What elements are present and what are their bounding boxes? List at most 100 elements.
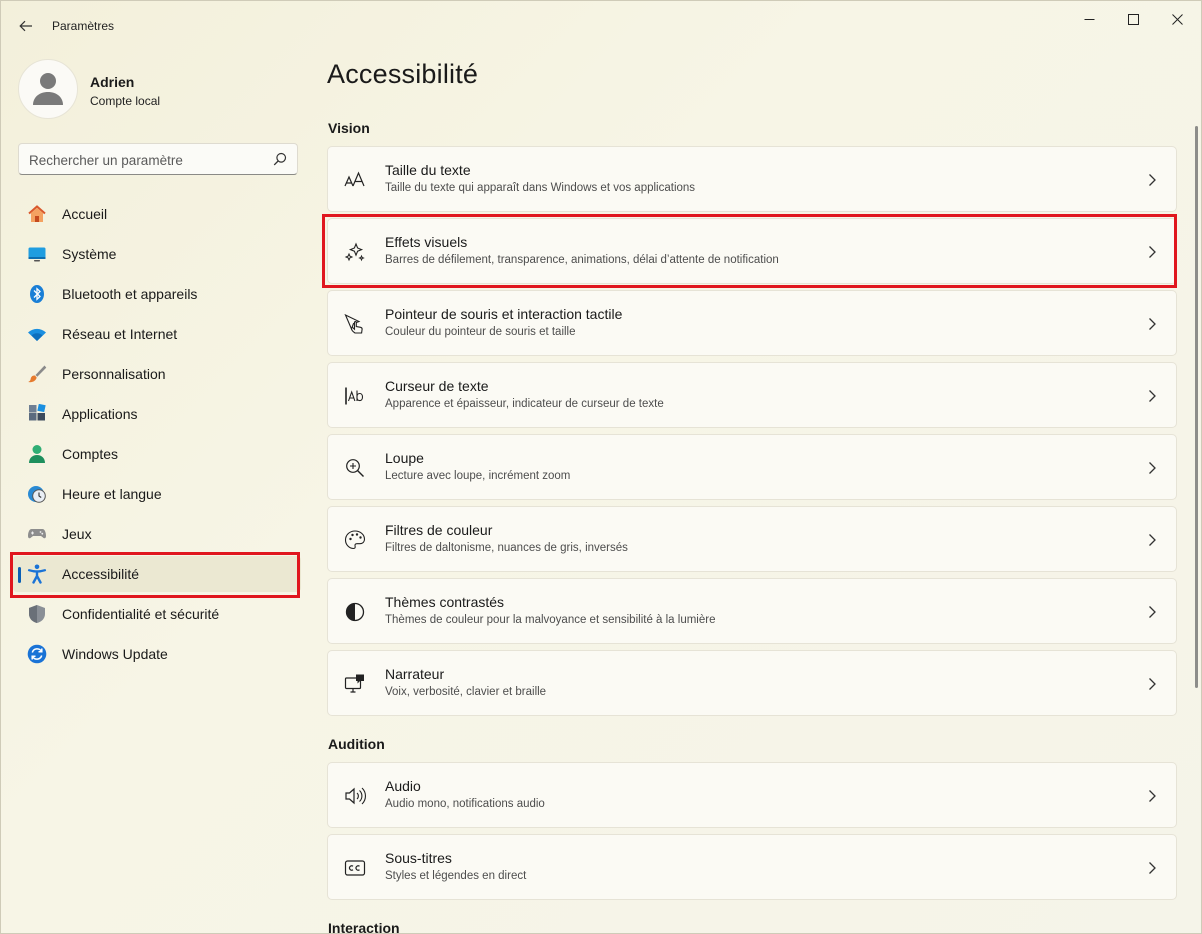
card-title: Curseur de texte <box>385 378 489 394</box>
chevron-right-icon <box>1149 246 1156 258</box>
sidebar-item-windows-update[interactable]: Windows Update <box>13 636 301 672</box>
sidebar-item-bluetooth[interactable]: Bluetooth et appareils <box>13 276 301 312</box>
pointer-touch-icon <box>344 313 363 334</box>
setting-card-curseur-texte[interactable]: Curseur de texte Apparence et épaisseur,… <box>327 362 1177 428</box>
setting-card-audio[interactable]: Audio Audio mono, notifications audio <box>327 762 1177 828</box>
wifi-icon <box>28 328 46 341</box>
text-cursor-icon <box>345 387 364 405</box>
section-label-interaction: Interaction <box>328 920 400 934</box>
user-avatar-icon <box>33 73 63 105</box>
sidebar-item-label: Windows Update <box>62 646 168 662</box>
card-title: Narrateur <box>385 666 445 682</box>
search-icon[interactable] <box>273 152 287 166</box>
text-size-icon <box>344 171 365 187</box>
card-description: Filtres de daltonisme, nuances de gris, … <box>385 542 628 554</box>
sidebar-item-confidentialite[interactable]: Confidentialité et sécurité <box>13 596 301 632</box>
sidebar-item-label: Confidentialité et sécurité <box>62 606 220 622</box>
display-icon <box>28 247 46 262</box>
sidebar-item-applications[interactable]: Applications <box>13 396 301 432</box>
sidebar-item-jeux[interactable]: Jeux <box>13 516 301 552</box>
settings-window: Paramètres Adrien Compte local Recherche… <box>0 0 1202 934</box>
chevron-right-icon <box>1149 606 1156 618</box>
apps-icon <box>29 404 46 421</box>
card-description: Voix, verbosité, clavier et braille <box>385 686 547 698</box>
card-description: Taille du texte qui apparaît dans Window… <box>385 182 696 194</box>
sidebar-item-systeme[interactable]: Système <box>13 236 301 272</box>
selection-indicator <box>18 567 21 583</box>
sidebar-item-label: Personnalisation <box>62 366 166 382</box>
card-description: Couleur du pointeur de souris et taille <box>385 326 576 338</box>
contrast-icon <box>345 602 365 622</box>
sidebar-item-personnalisation[interactable]: Personnalisation <box>13 356 301 392</box>
sidebar-item-label: Réseau et Internet <box>62 326 178 342</box>
accessibility-icon <box>27 564 47 584</box>
sidebar-item-label: Heure et langue <box>62 486 162 502</box>
chevron-right-icon <box>1149 318 1156 330</box>
card-description: Audio mono, notifications audio <box>385 798 545 810</box>
user-name: Adrien <box>90 74 135 90</box>
sparkle-icon <box>344 242 365 262</box>
setting-card-themes-contrastes[interactable]: Thèmes contrastés Thèmes de couleur pour… <box>327 578 1177 644</box>
palette-icon <box>344 530 366 550</box>
sidebar-item-label: Comptes <box>62 446 119 462</box>
chevron-right-icon <box>1149 678 1156 690</box>
title-bar: Paramètres <box>1 1 1201 51</box>
maximize-button[interactable] <box>1111 7 1155 31</box>
chevron-right-icon <box>1149 174 1156 186</box>
avatar <box>18 59 78 119</box>
setting-card-effets-visuels[interactable]: Effets visuels Barres de défilement, tra… <box>327 218 1177 284</box>
back-arrow-icon <box>19 20 32 32</box>
sidebar-item-reseau[interactable]: Réseau et Internet <box>13 316 301 352</box>
card-title: Sous-titres <box>385 850 452 866</box>
scrollbar-thumb[interactable] <box>1195 126 1198 688</box>
sidebar-item-label: Accueil <box>62 206 108 222</box>
gamepad-icon <box>28 529 46 539</box>
card-description: Styles et légendes en direct <box>385 870 527 882</box>
card-title: Thèmes contrastés <box>385 594 505 610</box>
setting-card-sous-titres[interactable]: Sous-titres Styles et légendes en direct <box>327 834 1177 900</box>
chevron-right-icon <box>1149 790 1156 802</box>
back-button[interactable] <box>13 13 39 39</box>
close-button[interactable] <box>1155 7 1199 31</box>
search-box[interactable] <box>18 143 298 175</box>
sidebar-item-heure-langue[interactable]: Heure et langue <box>13 476 301 512</box>
setting-card-taille-texte[interactable]: Taille du texte Taille du texte qui appa… <box>327 146 1177 212</box>
sidebar-nav: Accueil Système Bluetooth et appareils R… <box>13 196 301 676</box>
magnifier-icon <box>346 459 364 477</box>
card-description: Lecture avec loupe, incrément zoom <box>385 470 571 482</box>
chevron-right-icon <box>1149 390 1156 402</box>
card-description: Barres de défilement, transparence, anim… <box>385 254 779 266</box>
chevron-right-icon <box>1149 462 1156 474</box>
setting-card-narrateur[interactable]: Narrateur Voix, verbosité, clavier et br… <box>327 650 1177 716</box>
card-title: Pointeur de souris et interaction tactil… <box>385 306 623 322</box>
setting-card-filtres-couleur[interactable]: Filtres de couleur Filtres de daltonisme… <box>327 506 1177 572</box>
chevron-right-icon <box>1149 534 1156 546</box>
section-label-audition: Audition <box>328 736 385 752</box>
card-title: Filtres de couleur <box>385 522 493 538</box>
sidebar-item-label: Système <box>62 246 117 262</box>
card-title: Taille du texte <box>385 162 471 178</box>
sidebar-item-label: Jeux <box>62 526 92 542</box>
user-profile[interactable]: Adrien Compte local <box>18 59 298 119</box>
minimize-button[interactable] <box>1067 7 1111 31</box>
search-input[interactable] <box>29 150 264 170</box>
page-title: Accessibilité <box>327 59 479 89</box>
captions-icon <box>344 860 366 876</box>
bluetooth-icon <box>30 285 44 303</box>
sidebar-item-comptes[interactable]: Comptes <box>13 436 301 472</box>
setting-card-loupe[interactable]: Loupe Lecture avec loupe, incrément zoom <box>327 434 1177 500</box>
person-icon <box>29 445 45 463</box>
setting-card-pointeur-souris[interactable]: Pointeur de souris et interaction tactil… <box>327 290 1177 356</box>
section-label-vision: Vision <box>328 120 370 136</box>
sidebar-item-accessibilite[interactable]: Accessibilité <box>13 556 301 592</box>
update-icon <box>27 644 47 664</box>
close-icon <box>1171 13 1183 25</box>
card-title: Loupe <box>385 450 424 466</box>
sidebar-item-label: Accessibilité <box>62 566 140 582</box>
card-title: Audio <box>385 778 421 794</box>
shield-icon <box>29 605 45 623</box>
speaker-icon <box>345 787 366 805</box>
minimize-icon <box>1084 18 1094 20</box>
sidebar-item-accueil[interactable]: Accueil <box>13 196 301 232</box>
card-description: Thèmes de couleur pour la malvoyance et … <box>385 614 716 626</box>
